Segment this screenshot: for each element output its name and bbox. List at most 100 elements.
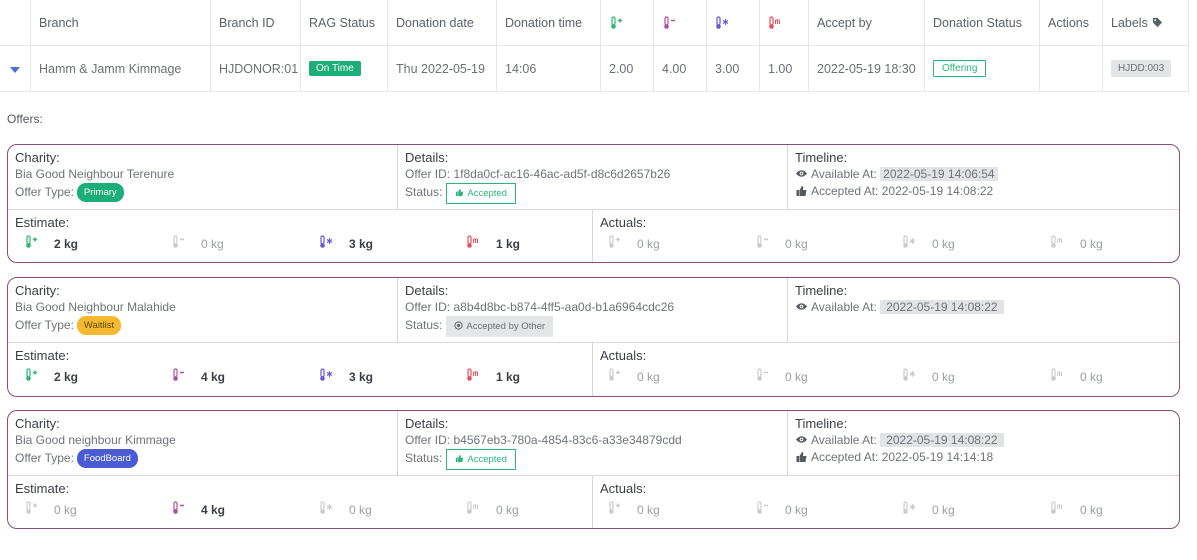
thermometer-plus-icon bbox=[609, 368, 620, 381]
header-accept-by[interactable]: Accept by bbox=[809, 0, 925, 45]
header-meat[interactable] bbox=[760, 0, 809, 45]
timeline-section: Timeline: Available At: 2022-05-19 14:08… bbox=[788, 278, 1179, 342]
thermometer-minus-icon bbox=[757, 235, 768, 248]
offer-id-value: a8b4d8bc-b874-4ff5-aa0d-b1a6964cdc26 bbox=[453, 300, 675, 314]
actuals-label: Actuals: bbox=[600, 481, 647, 496]
thermometer-minus-icon bbox=[757, 368, 768, 381]
thermometer-minus-icon bbox=[173, 368, 184, 381]
cell-ambient: 2.00 bbox=[601, 46, 654, 91]
header-chilled[interactable] bbox=[654, 0, 707, 45]
charity-section: Charity: Bia Good Neighbour Terenure Off… bbox=[8, 145, 398, 209]
timeline-section: Timeline: Available At: 2022-05-19 14:08… bbox=[788, 411, 1179, 475]
thermometer-snowflake-icon bbox=[903, 235, 916, 248]
thumbs-up-icon bbox=[456, 188, 464, 197]
charity-section: Charity: Bia Good Neighbour Malahide Off… bbox=[8, 278, 398, 342]
charity-label: Charity: bbox=[15, 283, 60, 298]
caret-down-icon[interactable] bbox=[10, 66, 20, 73]
offer-id-value: 1f8da0cf-ac16-46ac-ad5f-d8c6d2657b26 bbox=[453, 167, 671, 181]
thermometer-plus-icon bbox=[611, 15, 622, 29]
label-chip[interactable]: HJDD:003 bbox=[1111, 60, 1172, 77]
cell-meat: 1.00 bbox=[760, 46, 809, 91]
thermometer-snowflake-icon bbox=[320, 235, 333, 248]
accepted-at-label: Accepted At: bbox=[811, 184, 879, 198]
thermometer-minus-icon bbox=[173, 501, 184, 514]
status-badge: Accepted bbox=[446, 183, 516, 204]
timeline-section: Timeline: Available At: 2022-05-19 14:06… bbox=[788, 145, 1179, 209]
thermometer-meat-icon bbox=[769, 15, 780, 29]
offer-type-label: Offer Type: bbox=[15, 318, 74, 332]
details-section: Details: Offer ID: 1f8da0cf-ac16-46ac-ad… bbox=[398, 145, 788, 209]
status-label: Status: bbox=[405, 318, 443, 332]
cell-donation-date: Thu 2022-05-19 bbox=[388, 46, 497, 91]
available-at-label: Available At: bbox=[811, 167, 877, 181]
thermometer-plus-icon bbox=[26, 235, 37, 248]
expand-toggle[interactable] bbox=[0, 46, 31, 91]
charity-name: Bia Good Neighbour Terenure bbox=[15, 167, 175, 181]
eye-icon bbox=[795, 170, 808, 177]
thermometer-meat-icon bbox=[467, 501, 478, 514]
thermometer-plus-icon bbox=[26, 368, 37, 381]
thermometer-meat-icon bbox=[1051, 235, 1062, 248]
actuals-section: Actuals: 0 kg 0 kg 0 kg 0 kg bbox=[593, 210, 1179, 262]
header-frozen[interactable] bbox=[707, 0, 760, 45]
rag-status-badge: On Time bbox=[309, 61, 361, 76]
status-label: Status: bbox=[405, 451, 443, 465]
header-rag-status[interactable]: RAG Status bbox=[301, 0, 388, 45]
actual-meat: 0 kg bbox=[1080, 237, 1103, 251]
header-branch-id[interactable]: Branch ID bbox=[211, 0, 301, 45]
header-donation-time[interactable]: Donation time bbox=[497, 0, 601, 45]
status-label: Status: bbox=[405, 185, 443, 199]
estimate-label: Estimate: bbox=[15, 481, 70, 496]
thermometer-meat-icon bbox=[467, 368, 478, 381]
offer-id-label: Offer ID: bbox=[405, 433, 451, 447]
thermometer-snowflake-icon bbox=[903, 501, 916, 514]
available-at-label: Available At: bbox=[811, 300, 877, 314]
offer-type-label: Offer Type: bbox=[15, 451, 74, 465]
header-branch[interactable]: Branch bbox=[31, 0, 211, 45]
details-section: Details: Offer ID: a8b4d8bc-b874-4ff5-aa… bbox=[398, 278, 788, 342]
thermometer-meat-icon bbox=[1051, 368, 1062, 381]
actual-frozen: 0 kg bbox=[932, 503, 955, 517]
charity-label: Charity: bbox=[15, 150, 60, 165]
offer-type-label: Offer Type: bbox=[15, 185, 74, 199]
estimate-section: Estimate: 2 kg 0 kg 3 kg 1 kg bbox=[8, 210, 593, 262]
actual-ambient: 0 kg bbox=[637, 370, 660, 384]
thermometer-plus-icon bbox=[609, 501, 620, 514]
header-donation-status[interactable]: Donation Status bbox=[925, 0, 1040, 45]
estimate-label: Estimate: bbox=[15, 215, 70, 230]
charity-label: Charity: bbox=[15, 416, 60, 431]
actuals-label: Actuals: bbox=[600, 215, 647, 230]
offer-type-badge: Primary bbox=[76, 183, 124, 202]
offers-heading: Offers: bbox=[7, 112, 43, 126]
accepted-at-value: 2022-05-19 14:08:22 bbox=[881, 184, 994, 198]
actual-ambient: 0 kg bbox=[637, 503, 660, 517]
cell-donation-status: Offering bbox=[925, 46, 1040, 91]
estimate-chilled: 4 kg bbox=[201, 370, 226, 384]
estimate-chilled: 4 kg bbox=[201, 503, 226, 517]
charity-name: Bia Good neighbour Kimmage bbox=[15, 433, 176, 447]
cell-branch-id: HJDONOR:01 bbox=[211, 46, 301, 91]
status-badge: Accepted bbox=[446, 449, 516, 470]
actual-frozen: 0 kg bbox=[932, 370, 955, 384]
thermometer-snowflake-icon bbox=[716, 15, 729, 29]
header-donation-date[interactable]: Donation date bbox=[388, 0, 497, 45]
thumbs-up-icon bbox=[796, 452, 807, 462]
cell-actions bbox=[1040, 46, 1103, 91]
cell-branch: Hamm & Jamm Kimmage bbox=[31, 46, 211, 91]
details-label: Details: bbox=[405, 150, 449, 165]
estimate-ambient: 2 kg bbox=[54, 237, 79, 251]
details-label: Details: bbox=[405, 283, 449, 298]
details-section: Details: Offer ID: b4567eb3-780a-4854-83… bbox=[398, 411, 788, 475]
actuals-section: Actuals: 0 kg 0 kg 0 kg 0 kg bbox=[593, 476, 1179, 528]
thermometer-plus-icon bbox=[26, 501, 37, 514]
table-row[interactable]: Hamm & Jamm Kimmage HJDONOR:01 On Time T… bbox=[0, 46, 1189, 92]
cell-donation-time: 14:06 bbox=[497, 46, 601, 91]
actual-frozen: 0 kg bbox=[932, 237, 955, 251]
cell-frozen: 3.00 bbox=[707, 46, 760, 91]
eye-icon bbox=[795, 303, 808, 310]
eye-icon bbox=[795, 436, 808, 443]
header-ambient[interactable] bbox=[601, 0, 654, 45]
actuals-label: Actuals: bbox=[600, 348, 647, 363]
cell-chilled: 4.00 bbox=[654, 46, 707, 91]
estimate-frozen: 3 kg bbox=[349, 237, 374, 251]
